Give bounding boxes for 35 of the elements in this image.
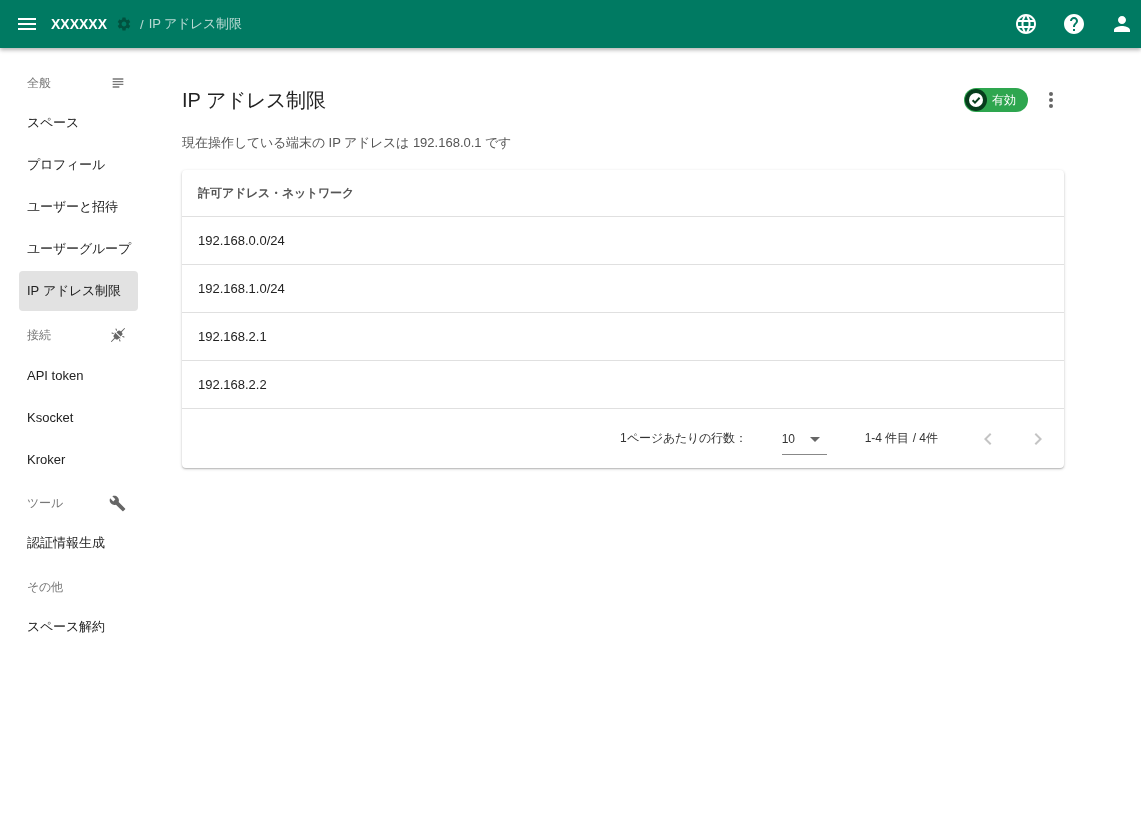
section-heading: ツール xyxy=(27,494,63,512)
plug-icon xyxy=(110,327,126,343)
wrench-icon xyxy=(109,494,126,512)
description-text: 現在操作している端末の IP アドレスは 192.168.0.1 です xyxy=(182,134,513,152)
rows-per-page-select[interactable]: 10 xyxy=(781,424,827,455)
sidebar-item[interactable]: スペース解約 xyxy=(19,607,138,647)
globe-icon[interactable] xyxy=(1014,12,1038,36)
sidebar-item[interactable]: Kroker xyxy=(19,439,138,479)
sidebar-item[interactable]: API token xyxy=(19,355,138,395)
table-cell-text: 192.168.2.2 xyxy=(197,377,267,392)
section-heading: 全般 xyxy=(27,74,51,92)
sidebar-item[interactable]: ユーザーグループ xyxy=(19,229,138,269)
sidebar-item[interactable]: IP アドレス制限 xyxy=(19,271,138,311)
breadcrumb-separator: / xyxy=(140,16,144,32)
table-cell-text: 192.168.1.0/24 xyxy=(197,281,285,296)
more-icon[interactable] xyxy=(1049,92,1053,108)
sidebar-item[interactable]: スペース xyxy=(19,103,138,143)
caret-icon xyxy=(809,436,820,442)
help-icon[interactable] xyxy=(1062,12,1086,36)
sidebar-item[interactable]: 認証情報生成 xyxy=(19,523,138,563)
column-header: 許可アドレス・ネットワーク xyxy=(197,184,354,202)
sidebar-item[interactable]: Ksocket xyxy=(19,397,138,437)
table-cell-text: 192.168.0.0/24 xyxy=(197,233,285,248)
app-title: XXXXXX xyxy=(51,16,108,32)
sidebar-item[interactable]: ユーザーと招待 xyxy=(19,187,138,227)
rows-per-page-label: 1ページあたりの行数： xyxy=(619,430,747,447)
check-circle-icon xyxy=(965,89,987,111)
list-icon xyxy=(110,75,126,91)
page-range-text: 1-4 件目 / 4件 xyxy=(864,430,938,447)
section-heading: その他 xyxy=(27,578,63,596)
page-title: IP アドレス制限 xyxy=(182,87,327,113)
sidebar-item[interactable]: プロフィール xyxy=(19,145,138,185)
breadcrumb-text: IP アドレス制限 xyxy=(148,15,243,33)
section-heading: 接続 xyxy=(27,326,51,344)
table-cell-text: 192.168.2.1 xyxy=(197,329,267,344)
